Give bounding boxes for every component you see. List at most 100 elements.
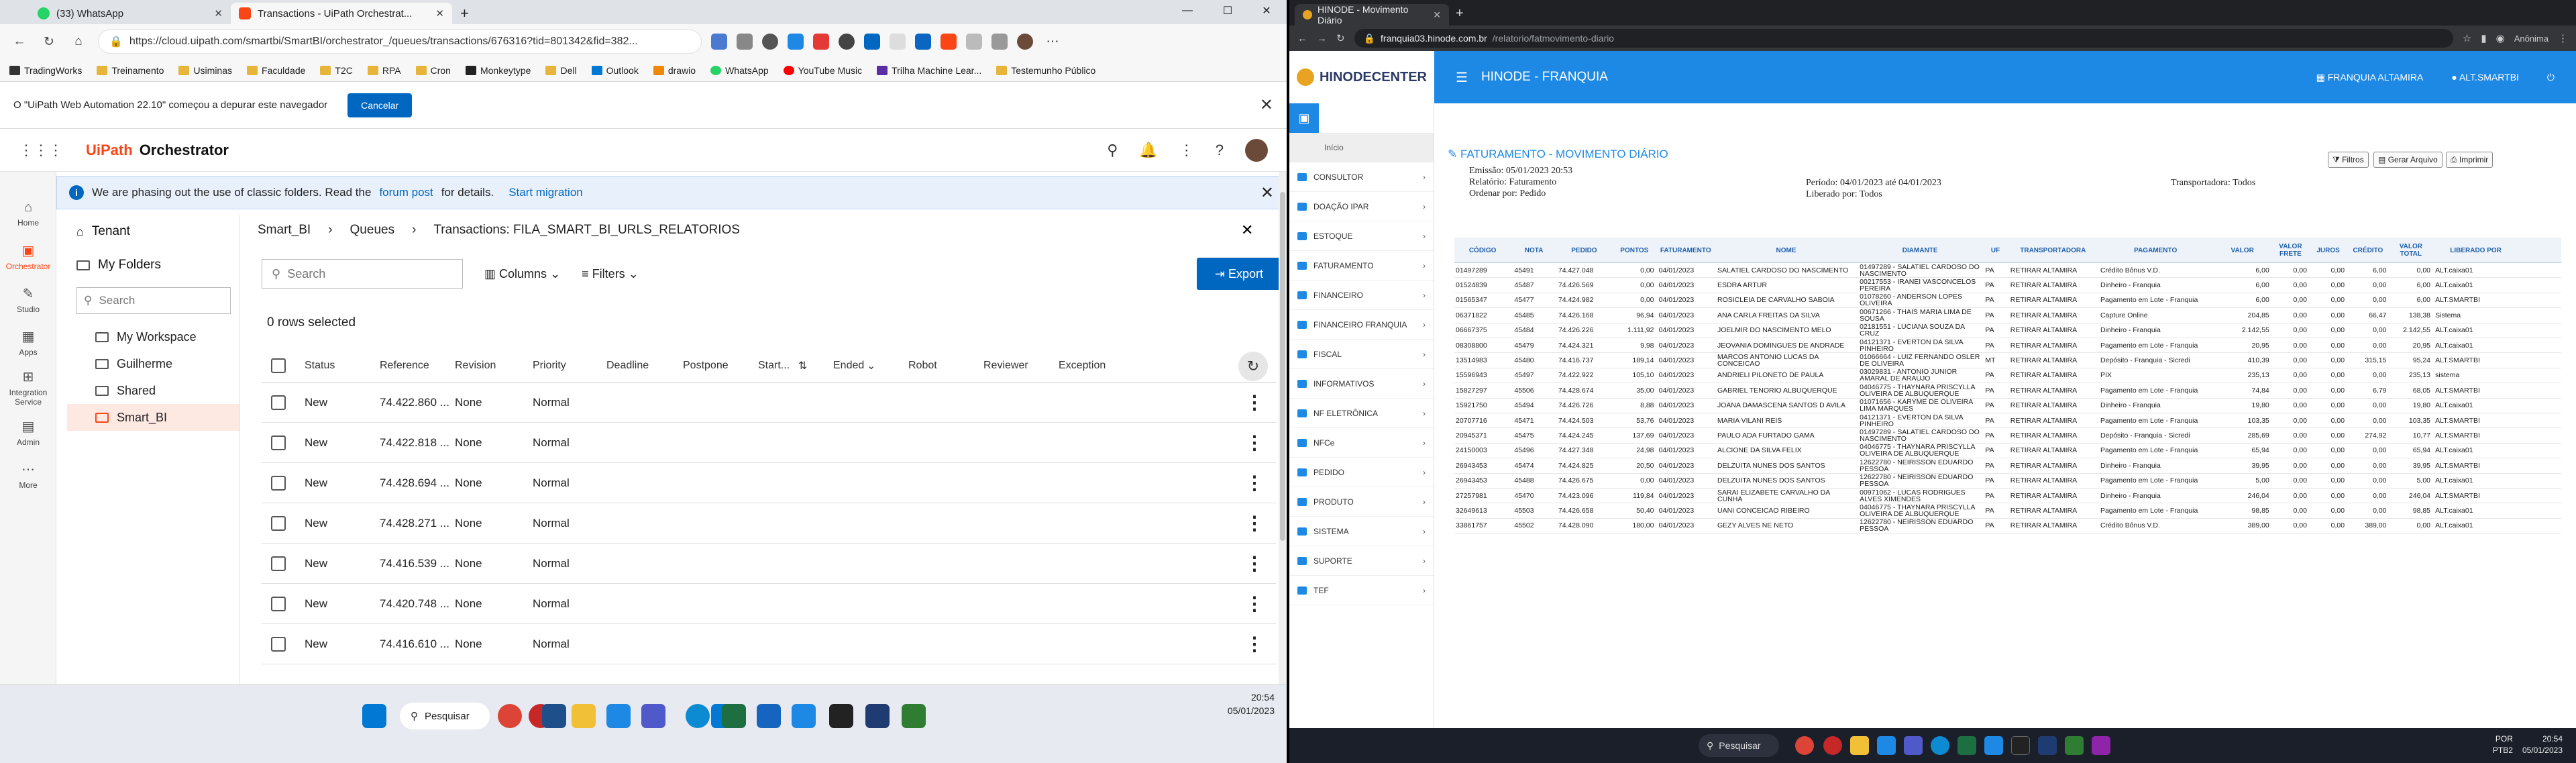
menu-item[interactable]: ESTOQUE › [1289, 221, 1434, 251]
bookmark[interactable]: WhatsApp [710, 65, 769, 76]
store-icon[interactable] [542, 704, 566, 728]
close-panel-icon[interactable]: ✕ [1241, 221, 1253, 239]
tenant-item[interactable]: ⌂ Tenant [67, 215, 239, 248]
row-menu-icon[interactable]: ⋮ [1245, 383, 1264, 422]
taskbar-search[interactable]: ⚲ Pesquisar [1699, 734, 1779, 757]
bookmark[interactable]: Treinamento [97, 65, 164, 76]
teams-icon[interactable] [641, 704, 665, 728]
bookmark[interactable]: TradingWorks [9, 65, 82, 76]
row-menu-icon[interactable]: ⋮ [1245, 584, 1264, 623]
col-robot[interactable]: Robot [908, 349, 937, 382]
menu-item[interactable]: FATURAMENTO › [1289, 251, 1434, 281]
more-icon[interactable]: ⋯ [1042, 32, 1063, 52]
incognito-icon[interactable]: ◉ [2496, 32, 2505, 44]
profile-avatar[interactable] [1017, 34, 1033, 50]
bookmark[interactable]: RPA [367, 65, 401, 76]
table-row[interactable]: New 74.422.818 ... None Normal ⋮ [262, 423, 1276, 463]
nav-orchestrator[interactable]: ▣ Orchestrator [0, 235, 56, 278]
bookmark[interactable]: Testemunho Público [996, 65, 1095, 76]
hinode-logo[interactable]: HINODECENTER [1289, 51, 1434, 103]
nav-home[interactable]: ⌂ Home [0, 192, 56, 235]
home-icon[interactable]: ⌂ [68, 32, 89, 52]
row-menu-icon[interactable]: ⋮ [1245, 544, 1264, 583]
close-icon[interactable]: ✕ [1260, 183, 1274, 203]
word-icon[interactable] [865, 704, 890, 728]
extension-icon[interactable] [839, 34, 855, 50]
menu-item[interactable]: DOAÇÃO IPAR › [1289, 192, 1434, 221]
menu-item[interactable]: PRODUTO › [1289, 487, 1434, 517]
recorder-icon[interactable] [1823, 736, 1842, 755]
menu-item[interactable]: FINANCEIRO › [1289, 281, 1434, 310]
refresh-icon[interactable]: ↻ [39, 32, 59, 52]
refresh-icon[interactable]: ↻ [1336, 32, 1345, 44]
breadcrumb-queues[interactable]: Queues [350, 223, 395, 238]
teams-icon[interactable] [1904, 736, 1923, 755]
avatar[interactable] [1245, 138, 1268, 162]
menu-item[interactable]: CONSULTOR › [1289, 162, 1434, 192]
table-row[interactable]: New 74.428.694 ... None Normal ⋮ [262, 463, 1276, 503]
profile-label[interactable]: Anônima [2514, 34, 2548, 44]
new-tab-button[interactable]: + [1456, 6, 1464, 21]
row-checkbox[interactable] [271, 503, 286, 543]
bookmark[interactable]: Trilha Machine Lear... [877, 65, 981, 76]
menu-item[interactable]: INFORMATIVOS › [1289, 369, 1434, 399]
tree-item-my-workspace[interactable]: My Workspace [67, 323, 239, 350]
row-checkbox[interactable] [271, 624, 286, 664]
sort-icon[interactable]: ⇅ [798, 349, 807, 382]
nav-more[interactable]: ⋯ More [0, 454, 56, 497]
menu-toggle-icon[interactable]: ☰ [1456, 69, 1468, 86]
more-icon[interactable]: ⋮ [1179, 142, 1194, 159]
url-field[interactable]: 🔒 franquia03.hinode.com.br/relatorio/fat… [1354, 29, 2453, 48]
menu-item[interactable]: FISCAL › [1289, 340, 1434, 369]
app-launcher-icon[interactable]: ⋮⋮⋮ [19, 142, 63, 159]
bookmark[interactable]: drawio [653, 65, 696, 76]
taskbar-clock[interactable]: POR PTB2 20:54 05/01/2023 [2435, 733, 2563, 756]
bookmark[interactable]: T2C [320, 65, 353, 76]
extension-icon[interactable] [915, 34, 931, 50]
col-reference[interactable]: Reference [380, 349, 429, 382]
nav-admin[interactable]: ▤ Admin [0, 411, 56, 454]
filters-button[interactable]: ⧩ Filtros [2328, 152, 2369, 168]
extension-icon[interactable] [762, 34, 778, 50]
edge-icon[interactable] [1931, 736, 1949, 755]
user-link[interactable]: ● ALT.SMARTBI [2451, 72, 2519, 83]
favorites-icon[interactable] [966, 34, 982, 50]
word-icon[interactable] [2038, 736, 2057, 755]
menu-item[interactable]: NFCe › [1289, 428, 1434, 458]
search-input[interactable]: ⚲ Search [262, 259, 463, 289]
bookmark[interactable]: Usiminas [178, 65, 232, 76]
col-header[interactable]: PONTOS [1613, 238, 1655, 263]
col-ended[interactable]: Ended [833, 349, 864, 382]
taskbar-search[interactable]: ⚲ Pesquisar [400, 703, 490, 729]
page-scrollbar[interactable] [1279, 172, 1287, 684]
close-tab-icon[interactable]: ✕ [1433, 9, 1441, 21]
minimize-icon[interactable]: — [1167, 0, 1208, 21]
col-header[interactable]: CÓDIGO [1454, 238, 1511, 263]
uipath-logo[interactable]: UiPath Orchestrator [86, 142, 229, 159]
table-row[interactable]: New 74.428.271 ... None Normal ⋮ [262, 503, 1276, 544]
nav-apps[interactable]: ▦ Apps [0, 321, 56, 364]
tree-item-guilherme[interactable]: Guilherme [67, 350, 239, 377]
power-icon[interactable]: ⏻ [2547, 72, 2555, 83]
file-explorer-icon[interactable] [1850, 736, 1869, 755]
col-header[interactable]: NOTA [1513, 238, 1554, 263]
folder-search-input[interactable]: ⚲ Search [76, 287, 231, 314]
terminal-icon[interactable] [2011, 736, 2030, 755]
col-header[interactable]: FATURAMENTO [1658, 238, 1714, 263]
maximize-icon[interactable]: ☐ [1208, 0, 1248, 21]
generate-file-button[interactable]: ▤ Gerar Arquivo [2373, 152, 2443, 168]
table-row[interactable]: New 74.416.539 ... None Normal ⋮ [262, 544, 1276, 584]
menu-item[interactable]: TEF › [1289, 576, 1434, 605]
filters-button[interactable]: ≡ Filters ⌄ [582, 267, 639, 281]
search-icon[interactable]: ⚲ [1107, 142, 1118, 159]
table-row[interactable]: New 74.416.610 ... None Normal ⋮ [262, 624, 1276, 664]
bookmark[interactable]: Cron [415, 65, 451, 76]
print-button[interactable]: ⎙ Imprimir [2446, 152, 2493, 168]
tab-transactions[interactable]: Transactions - UiPath Orchestrat... ✕ [231, 3, 452, 24]
app-icon[interactable] [2065, 736, 2084, 755]
col-header[interactable]: LIBERADO POR [2434, 238, 2518, 263]
row-checkbox[interactable] [271, 383, 286, 422]
col-header[interactable]: VALOR TOTAL [2390, 238, 2432, 263]
extension-icon[interactable] [711, 34, 727, 50]
uipath-studio-icon[interactable] [792, 704, 816, 728]
